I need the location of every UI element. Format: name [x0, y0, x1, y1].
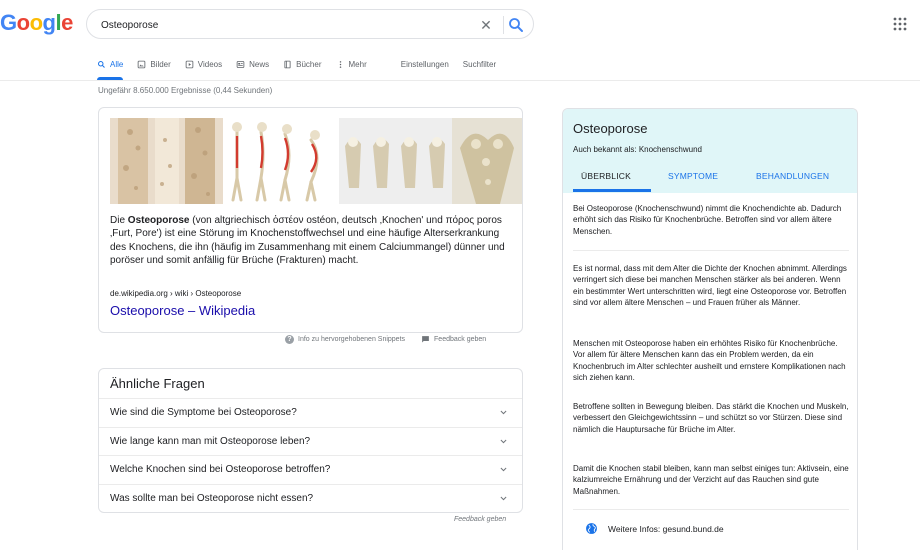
kp-paragraph: Betroffene sollten in Bewegung bleiben. …	[573, 402, 849, 434]
snippet-text-pre: Die	[110, 215, 128, 226]
search-tabs: Alle Bilder Videos News Bücher Mehr Eins…	[97, 55, 510, 80]
logo-letter: o	[29, 10, 43, 35]
snippet-url: de.wikipedia.org › wiki › Osteoporose	[110, 289, 242, 298]
kp-tab-symptoms[interactable]: SYMPTOME	[668, 171, 718, 181]
settings-label: Einstellungen	[400, 59, 449, 69]
kp-tab-overview[interactable]: ÜBERBLICK	[581, 171, 631, 181]
more-vert-icon	[339, 60, 341, 68]
logo-letter: o	[16, 10, 30, 35]
related-question[interactable]: Welche Knochen sind bei Osteoporose betr…	[99, 455, 522, 484]
kp-divider	[573, 509, 849, 510]
results-count: Ungefähr 8.650.000 Ergebnisse (0,44 Seku…	[98, 86, 273, 95]
tab-label: Bilder	[150, 59, 171, 69]
news-icon	[236, 60, 245, 68]
chevron-down-icon	[500, 467, 507, 472]
tab-all[interactable]: Alle	[97, 55, 124, 80]
kp-paragraph: Menschen mit Osteoporose haben ein erhöh…	[573, 339, 846, 383]
search-input[interactable]	[101, 16, 461, 34]
logo-letter: G	[0, 10, 17, 35]
google-logo[interactable]: Google	[0, 10, 73, 36]
search-tools-link[interactable]: Suchfilter	[463, 55, 496, 73]
feedback-icon	[422, 336, 429, 343]
close-icon[interactable]: ✕	[477, 16, 495, 34]
snippet-title-link[interactable]: Osteoporose – Wikipedia	[110, 303, 255, 318]
knowledge-panel: Osteoporose Auch bekannt als: Knochensch…	[562, 108, 858, 550]
globe-icon	[586, 523, 597, 534]
kp-paragraph: Bei Osteoporose (Knochenschwund) nimmt d…	[573, 204, 842, 236]
tab-news[interactable]: News	[236, 55, 269, 73]
search-divider	[503, 16, 504, 34]
search-icon	[98, 60, 105, 68]
chevron-down-icon	[500, 496, 507, 501]
tab-label: News	[249, 59, 270, 69]
snippet-feedback-label: Feedback geben	[434, 336, 487, 343]
kp-paragraph: Damit die Knochen stabil bleiben, kann m…	[573, 464, 849, 496]
related-question[interactable]: Wie sind die Symptome bei Osteoporose?	[99, 398, 522, 427]
tab-images[interactable]: Bilder	[137, 55, 171, 73]
tab-label: Videos	[197, 59, 223, 69]
related-questions: Ähnliche Fragen Wie sind die Symptome be…	[98, 368, 523, 513]
snippet-images	[110, 118, 522, 204]
question-text: Was sollte man bei Osteoporose nicht ess…	[110, 493, 314, 504]
search-tools-label: Suchfilter	[462, 59, 497, 69]
snippet-footer: ? Info zu hervorgehobenen Snippets Feedb…	[285, 335, 486, 344]
femur-closeup-image[interactable]	[452, 118, 522, 204]
kp-more-info-link[interactable]: Weitere Infos: gesund.bund.de	[585, 522, 724, 535]
chevron-down-icon	[500, 439, 507, 444]
snippet-info-label: Info zu hervorgehobenen Snippets	[298, 336, 406, 343]
snippet-info-link[interactable]: ? Info zu hervorgehobenen Snippets	[285, 335, 405, 344]
bone-texture-image[interactable]	[110, 118, 223, 204]
search-box[interactable]: ✕	[86, 9, 534, 39]
tab-label: Alle	[110, 59, 124, 69]
related-question[interactable]: Wie lange kann man mit Osteoporose leben…	[99, 427, 522, 456]
tab-books[interactable]: Bücher	[283, 55, 322, 73]
tab-label: Bücher	[296, 59, 322, 69]
question-text: Welche Knochen sind bei Osteoporose betr…	[110, 464, 331, 475]
femur-bones-image[interactable]	[339, 118, 452, 204]
tab-more[interactable]: Mehr	[336, 55, 367, 73]
related-questions-title: Ähnliche Fragen	[110, 376, 205, 391]
related-question[interactable]: Was sollte man bei Osteoporose nicht ess…	[99, 484, 522, 513]
posture-skeleton-image[interactable]	[223, 118, 339, 204]
kp-aka: Auch bekannt als: Knochenschwund	[573, 145, 702, 154]
kp-tab-treatments[interactable]: BEHANDLUNGEN	[756, 171, 829, 181]
book-icon	[284, 60, 291, 68]
kp-more-info-label: Weitere Infos: gesund.bund.de	[608, 523, 724, 534]
question-text: Wie lange kann man mit Osteoporose leben…	[110, 436, 311, 447]
tab-label: Mehr	[348, 59, 367, 69]
tabs-divider	[0, 80, 920, 81]
paa-feedback-link[interactable]: Feedback geben	[454, 516, 506, 523]
logo-letter: e	[61, 10, 73, 35]
settings-link[interactable]: Einstellungen	[401, 55, 449, 73]
video-icon	[185, 60, 194, 68]
chevron-down-icon	[500, 410, 507, 415]
kp-divider	[573, 250, 849, 251]
kp-title: Osteoporose	[573, 121, 648, 136]
snippet-feedback-link[interactable]: Feedback geben	[421, 335, 486, 344]
snippet-text-bold: Osteoporose	[127, 215, 190, 226]
tab-videos[interactable]: Videos	[185, 55, 222, 73]
snippet-text: Die Osteoporose (von altgriechisch ὀστέο…	[110, 214, 515, 267]
logo-letter: g	[42, 10, 56, 35]
kp-tab-indicator	[573, 189, 651, 192]
featured-snippet: Die Osteoporose (von altgriechisch ὀστέο…	[98, 107, 523, 333]
apps-grid-icon[interactable]	[893, 17, 907, 31]
question-text: Wie sind die Symptome bei Osteoporose?	[110, 407, 297, 418]
image-icon	[138, 60, 146, 68]
search-icon[interactable]	[507, 16, 527, 34]
knowledge-panel-header: Osteoporose Auch bekannt als: Knochensch…	[563, 109, 857, 193]
help-icon: ?	[285, 335, 294, 344]
kp-paragraph: Es ist normal, dass mit dem Alter die Di…	[573, 264, 847, 308]
